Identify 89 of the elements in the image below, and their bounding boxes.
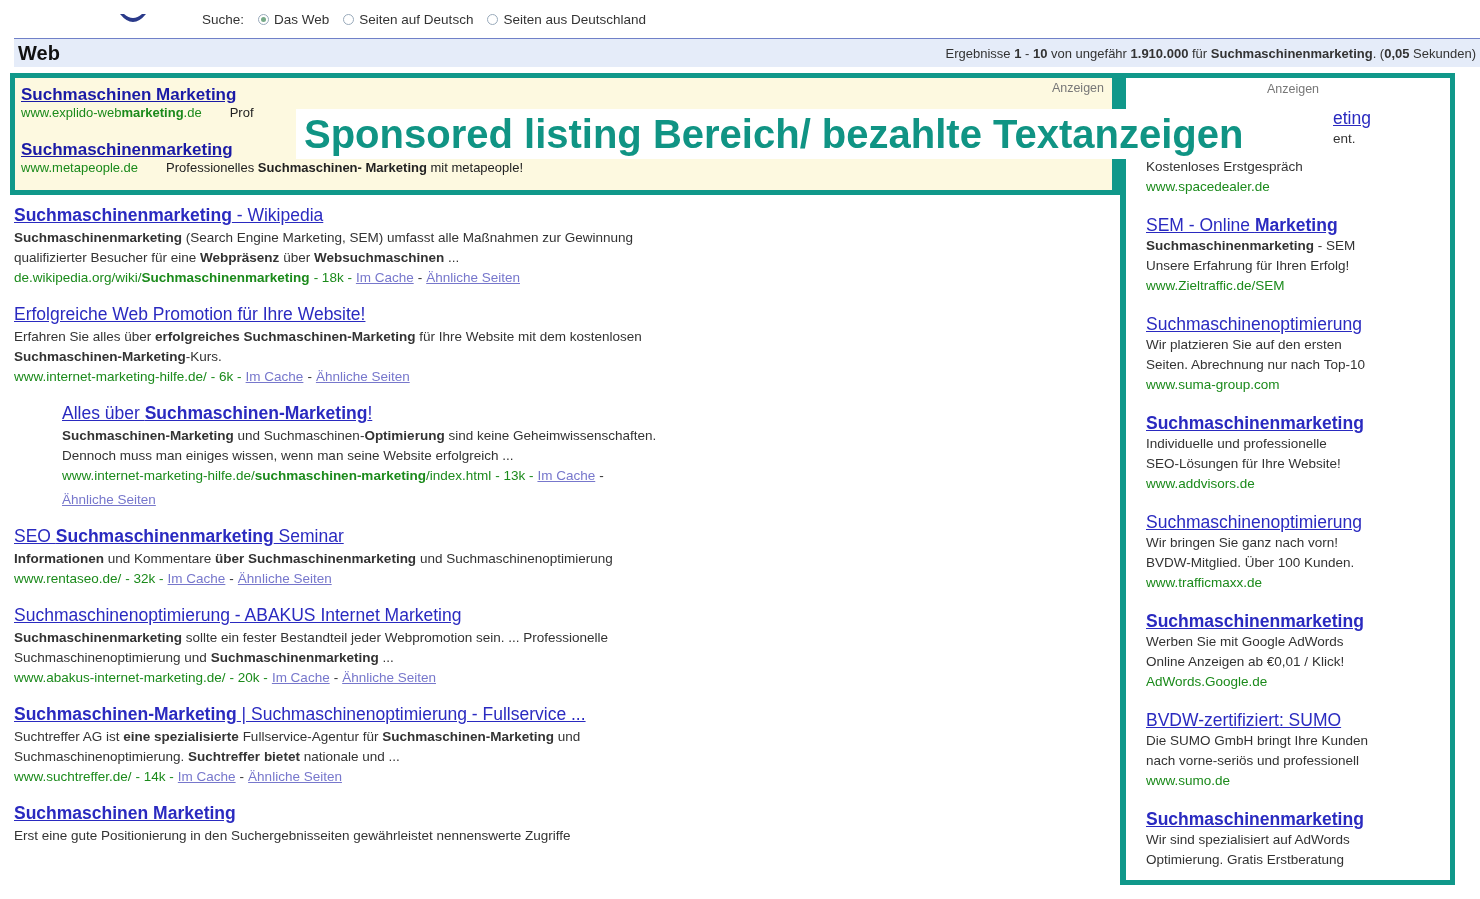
ad-text: Werben Sie mit Google AdWords — [1146, 633, 1345, 651]
result-url: de.wikipedia.org/wiki/Suchmaschinenmarketing — [14, 269, 310, 287]
ads-label: Anzeigen — [1051, 81, 1104, 95]
result-snippet: Suchmaschinenmarketing (Search Engine Marketing, SEM) umfasst alle Maßnahmen zur Gewinnung qualifizierter Besucher für eine Webpräsenz über Websuchmaschinen ... — [14, 229, 634, 267]
result-link[interactable]: Im Cache — [245, 367, 304, 387]
ad-text: Online Anzeigen ab €0,01 / Klick! — [1146, 653, 1346, 671]
ad-url: www.explido-webmarketing.de — [21, 105, 202, 120]
result-title-link[interactable]: Suchmaschinenmarketing - Wikipedia — [14, 205, 324, 226]
ad-title-link[interactable]: BVDW-zertifiziert: SUMO — [1146, 710, 1342, 731]
link-separator: - — [307, 368, 312, 386]
ad-text: Wir sind spezialisiert auf AdWords — [1146, 831, 1351, 849]
result-title-link[interactable]: Alles über Suchmaschinen-Marketing! — [62, 403, 373, 424]
result-title-link[interactable]: Suchmaschinen-Marketing | Suchmaschinenoptimierung - Fullservice ... — [14, 704, 586, 725]
radio-label[interactable]: Seiten aus Deutschland — [503, 11, 646, 27]
ad-text: Optimierung. Gratis Erstberatung — [1146, 851, 1346, 869]
result-title-link[interactable]: Suchmaschinen Marketing — [14, 803, 236, 824]
result-size: - 14k - — [135, 768, 174, 786]
ad-text: Wir platzieren Sie auf den ersten — [1146, 336, 1343, 354]
ad-description: Prof — [229, 105, 254, 120]
result-url: www.abakus-internet-marketing.de/ — [14, 669, 226, 687]
ad-url: www.addvisors.de — [1146, 475, 1256, 493]
result-link[interactable]: Ähnliche Seiten — [237, 569, 332, 589]
link-separator: - — [239, 768, 245, 786]
ad-title-link[interactable]: Suchmaschinenoptimierung — [1146, 314, 1362, 335]
ad-text: SEO-Lösungen für Ihre Website! — [1146, 455, 1342, 473]
result-snippet: Suchmaschinen-Marketing und Suchmaschinen-Optimierung sind keine Geheimwissenschaften. Dennoch muss man einiges wissen, wenn man seine Website erfolgreich ... — [62, 427, 658, 465]
result-size: - 32k - — [125, 570, 164, 588]
ad-title-link[interactable]: Suchmaschinenmarketing — [1146, 611, 1364, 632]
result-link[interactable]: Ähnliche Seiten — [248, 767, 342, 787]
result-link[interactable]: Im Cache — [271, 668, 330, 688]
ad-url: www.spacedealer.de — [1146, 178, 1271, 196]
ad-title-link[interactable]: SEM - Online Marketing — [1146, 215, 1338, 236]
ad-title-link[interactable]: eting — [1333, 108, 1371, 129]
ad-title-link[interactable]: Suchmaschinenmarketing — [1146, 413, 1364, 434]
result-link[interactable]: Ähnliche Seiten — [426, 268, 520, 288]
ad-description: Professionelles Suchmaschinen- Marketing mit metapeople! — [166, 160, 523, 175]
link-separator: - — [417, 269, 423, 287]
result-size: - 18k - — [313, 269, 352, 287]
result-snippet: Informationen und Kommentare über Suchmaschinenmarketing und Suchmaschinenoptimierung — [14, 550, 614, 568]
result-url: www.internet-marketing-hilfe.de/ — [14, 368, 207, 386]
result-size: - 20k - — [229, 669, 268, 687]
result-url: www.suchtreffer.de/ — [14, 768, 132, 786]
ad-text: Unsere Erfahrung für Ihren Erfolg! — [1146, 257, 1351, 275]
result-link[interactable]: Ähnliche Seiten — [315, 367, 410, 387]
ad-text: BVDW-Mitglied. Über 100 Kunden. — [1146, 554, 1356, 572]
ad-text: Individuelle und professionelle — [1146, 435, 1328, 453]
result-link[interactable]: Ähnliche Seiten — [62, 490, 156, 510]
section-title: Web — [18, 41, 60, 65]
result-url: www.rentaseo.de/ — [14, 570, 122, 588]
ad-text: Suchmaschinenmarketing - SEM — [1146, 237, 1357, 255]
result-title-link[interactable]: SEO Suchmaschinenmarketing Seminar — [14, 526, 344, 547]
ads-label: Anzeigen — [1265, 82, 1321, 96]
ad-url: www.Zieltraffic.de/SEM — [1146, 277, 1286, 295]
ad-title-link[interactable]: Suchmaschinen Marketing — [21, 85, 237, 105]
result-snippet: Suchmaschinenmarketing sollte ein fester Bestandteil jeder Webpromotion sein. ... Professionelle Suchmaschinenoptimierung und Suchmaschinenmarketing ... — [14, 629, 610, 667]
result-link[interactable]: Im Cache — [355, 268, 414, 288]
ad-url: AdWords.Google.de — [1146, 673, 1269, 691]
link-separator: - — [229, 570, 234, 588]
result-size: - 13k - — [495, 467, 534, 485]
ad-text: ent. — [1333, 130, 1357, 148]
result-size: - 6k - — [210, 368, 242, 386]
link-separator: - — [333, 669, 339, 687]
result-link[interactable]: Im Cache — [167, 569, 226, 589]
result-title-link[interactable]: Suchmaschinenoptimierung - ABAKUS Internet Marketing — [14, 605, 462, 626]
radio-label[interactable]: Seiten auf Deutsch — [359, 11, 474, 27]
search-label: Suche: — [202, 11, 245, 27]
result-title-link[interactable]: Erfolgreiche Web Promotion für Ihre Website! — [14, 304, 366, 325]
ad-text: Wir bringen Sie ganz nach vorn! — [1146, 534, 1340, 552]
ad-url: www.metapeople.de — [21, 160, 139, 175]
ad-title-link[interactable]: Suchmaschinenoptimierung — [1146, 512, 1362, 533]
result-snippet: Suchtreffer AG ist eine spezialisierte Fullservice-Agentur für Suchmaschinen-Marketing und Suchmaschinenoptimierung. Suchtreffer bietet nationale und ... — [14, 728, 582, 766]
ad-title-link[interactable]: Suchmaschinenmarketing — [1146, 809, 1364, 830]
ad-title-link[interactable]: Suchmaschinenmarketing — [21, 140, 233, 160]
ad-url: www.sumo.de — [1146, 772, 1232, 790]
ad-url: www.trafficmaxx.de — [1146, 574, 1264, 592]
result-snippet: Erst eine gute Positionierung in den Suchergebnisseiten gewährleistet nennenswerte Zugriffe — [14, 827, 572, 845]
result-link[interactable]: Im Cache — [177, 767, 236, 787]
ad-text: Kostenloses Erstgespräch — [1146, 158, 1304, 176]
ad-url: www.suma-group.com — [1146, 376, 1281, 394]
link-separator: - — [599, 467, 604, 485]
result-url: www.internet-marketing-hilfe.de/suchmaschinen-marketing/index.html — [62, 467, 492, 485]
result-snippet: Erfahren Sie alles über erfolgreiches Suchmaschinen-Marketing für Ihre Website mit dem kostenlosen Suchmaschinen-Marketing-Kurs. — [14, 328, 643, 366]
ad-text: nach vorne-seriös und professionell — [1146, 752, 1361, 770]
result-link[interactable]: Ähnliche Seiten — [342, 668, 436, 688]
result-link[interactable]: Im Cache — [537, 466, 596, 486]
ad-text: Die SUMO GmbH bringt Ihre Kunden — [1146, 732, 1370, 750]
results-summary: Ergebnisse 1 - 10 von ungefähr 1.910.000 für Suchmaschinenmarketing. (0,05 Sekunden) — [945, 45, 1476, 61]
ad-text: Seiten. Abrechnung nur nach Top-10 — [1146, 356, 1366, 374]
radio-label[interactable]: Das Web — [274, 11, 330, 27]
